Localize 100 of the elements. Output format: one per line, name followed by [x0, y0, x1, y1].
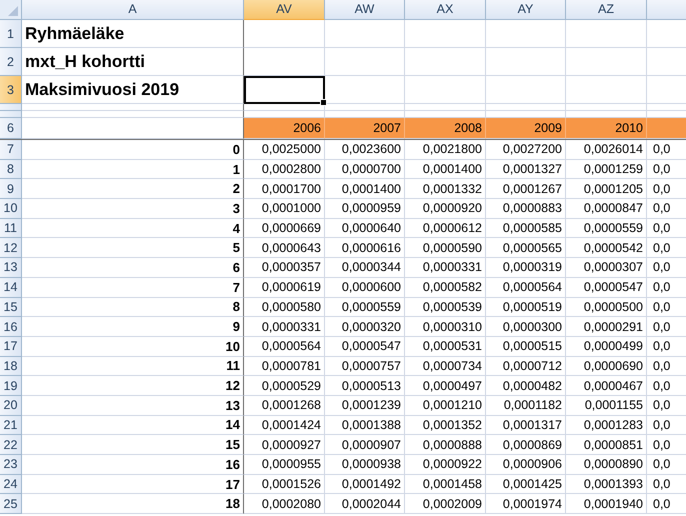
row-header[interactable]: 16 — [0, 317, 22, 337]
row-header[interactable]: 11 — [0, 218, 22, 238]
table-cell: 0,0001492 — [325, 474, 405, 494]
table-cell: 0,0000869 — [486, 435, 566, 455]
table-cell: 0,0000851 — [566, 435, 647, 455]
column-header[interactable] — [647, 0, 686, 20]
table-cell: 0,0023600 — [325, 140, 405, 160]
row-header[interactable]: 24 — [0, 474, 22, 494]
table-cell: 0,0000890 — [566, 455, 647, 475]
table-cell: 0,0000331 — [244, 317, 325, 337]
row-header[interactable]: 10 — [0, 199, 22, 219]
row-header[interactable]: 22 — [0, 435, 22, 455]
table-cell: 0,0000344 — [325, 258, 405, 278]
table-cell: 0,0000529 — [244, 376, 325, 396]
table-cell: 0,0000600 — [325, 278, 405, 298]
table-cell: 0,0027200 — [486, 140, 566, 160]
table-cell: 0,0000513 — [325, 376, 405, 396]
row-header[interactable]: 12 — [0, 238, 22, 258]
column-header[interactable]: AZ — [566, 0, 647, 20]
row-header[interactable]: 6 — [0, 118, 22, 139]
table-cell: 0,0 — [647, 258, 686, 278]
table-cell: 0,0000515 — [486, 336, 566, 357]
row-header[interactable]: 3 — [0, 76, 22, 104]
table-cell: 0,0000531 — [405, 336, 486, 357]
table-cell: 0,0000669 — [244, 218, 325, 238]
row-header[interactable]: 18 — [0, 356, 22, 376]
row-header[interactable]: 25 — [0, 494, 22, 514]
table-cell: 0,0000920 — [405, 199, 486, 219]
header-fill — [647, 118, 686, 139]
table-cell: 0,0000482 — [486, 376, 566, 396]
table-cell: 0,0001317 — [486, 416, 566, 436]
table-cell: 0,0000938 — [325, 455, 405, 475]
column-header[interactable]: AW — [325, 0, 405, 20]
table-cell: 0,0000331 — [405, 258, 486, 278]
table-cell: 0,0000547 — [566, 278, 647, 298]
table-cell: 0,0 — [647, 179, 686, 200]
age-label: 12 — [226, 378, 240, 394]
table-cell: 0,0000564 — [486, 278, 566, 298]
table-cell: 0,0 — [647, 298, 686, 318]
row-header[interactable]: 23 — [0, 455, 22, 475]
table-cell: 0,0 — [647, 218, 686, 238]
year-header-cell: 2010 — [566, 118, 647, 139]
table-cell: 0,0 — [647, 474, 686, 494]
table-cell: 0,0001393 — [566, 474, 647, 494]
row-header[interactable]: 14 — [0, 278, 22, 298]
year-header-cell: 2007 — [325, 118, 405, 139]
table-cell: 0,0001259 — [566, 160, 647, 180]
table-cell: 0,0 — [647, 317, 686, 337]
age-label: 14 — [226, 417, 240, 432]
table-cell: 0,0001424 — [244, 416, 325, 436]
table-cell: 0,0025000 — [244, 140, 325, 160]
table-cell: 0,0000922 — [405, 455, 486, 475]
row-header[interactable]: 21 — [0, 416, 22, 436]
table-cell: 0,0002044 — [325, 494, 405, 514]
row-header[interactable] — [0, 111, 22, 118]
active-cell[interactable] — [244, 76, 325, 104]
age-label: 18 — [226, 496, 240, 512]
table-cell: 0,0001388 — [325, 416, 405, 436]
year-header-cell: 2008 — [405, 118, 486, 139]
table-cell: 0,0000906 — [486, 455, 566, 475]
select-all-corner[interactable] — [0, 0, 22, 20]
row-header[interactable]: 19 — [0, 376, 22, 396]
age-label: 9 — [232, 319, 240, 334]
table-cell: 0,0000310 — [405, 317, 486, 337]
column-header[interactable]: AY — [486, 0, 566, 20]
table-cell: 0,0 — [647, 376, 686, 396]
table-cell: 0,0000559 — [325, 298, 405, 318]
row-header[interactable]: 1 — [0, 20, 22, 48]
table-cell: 0,0001283 — [566, 416, 647, 436]
table-cell: 0,0001155 — [566, 396, 647, 416]
age-label: 6 — [232, 260, 240, 275]
row-header[interactable]: 17 — [0, 336, 22, 357]
table-cell: 0,0000712 — [486, 356, 566, 376]
table-cell: 0,0001526 — [244, 474, 325, 494]
table-cell: 0,0 — [647, 336, 686, 357]
row-header[interactable]: 9 — [0, 179, 22, 200]
row-header[interactable]: 20 — [0, 396, 22, 416]
row-header[interactable]: 13 — [0, 258, 22, 278]
row-header[interactable]: 2 — [0, 48, 22, 76]
table-cell: 0,0000927 — [244, 435, 325, 455]
table-cell: 0,0001239 — [325, 396, 405, 416]
year-header-cell: 2009 — [486, 118, 566, 139]
column-header[interactable]: A — [22, 0, 244, 20]
column-header[interactable]: AV — [244, 0, 325, 20]
table-cell: 0,0000955 — [244, 455, 325, 475]
column-header[interactable]: AX — [405, 0, 486, 20]
row-header[interactable]: 15 — [0, 298, 22, 318]
year-header-cell: 2006 — [244, 118, 325, 139]
table-cell: 0,0000590 — [405, 238, 486, 258]
table-cell: 0,0000643 — [244, 238, 325, 258]
age-label: 17 — [226, 476, 240, 492]
table-cell: 0,0 — [647, 199, 686, 219]
row-header[interactable]: 7 — [0, 140, 22, 160]
table-cell: 0,0000700 — [325, 160, 405, 180]
row-header[interactable]: 8 — [0, 160, 22, 180]
row-header[interactable] — [0, 104, 22, 111]
table-cell: 0,0000467 — [566, 376, 647, 396]
table-cell: 0,0001974 — [486, 494, 566, 514]
age-label: 16 — [226, 456, 240, 472]
table-cell: 0,0 — [647, 494, 686, 514]
